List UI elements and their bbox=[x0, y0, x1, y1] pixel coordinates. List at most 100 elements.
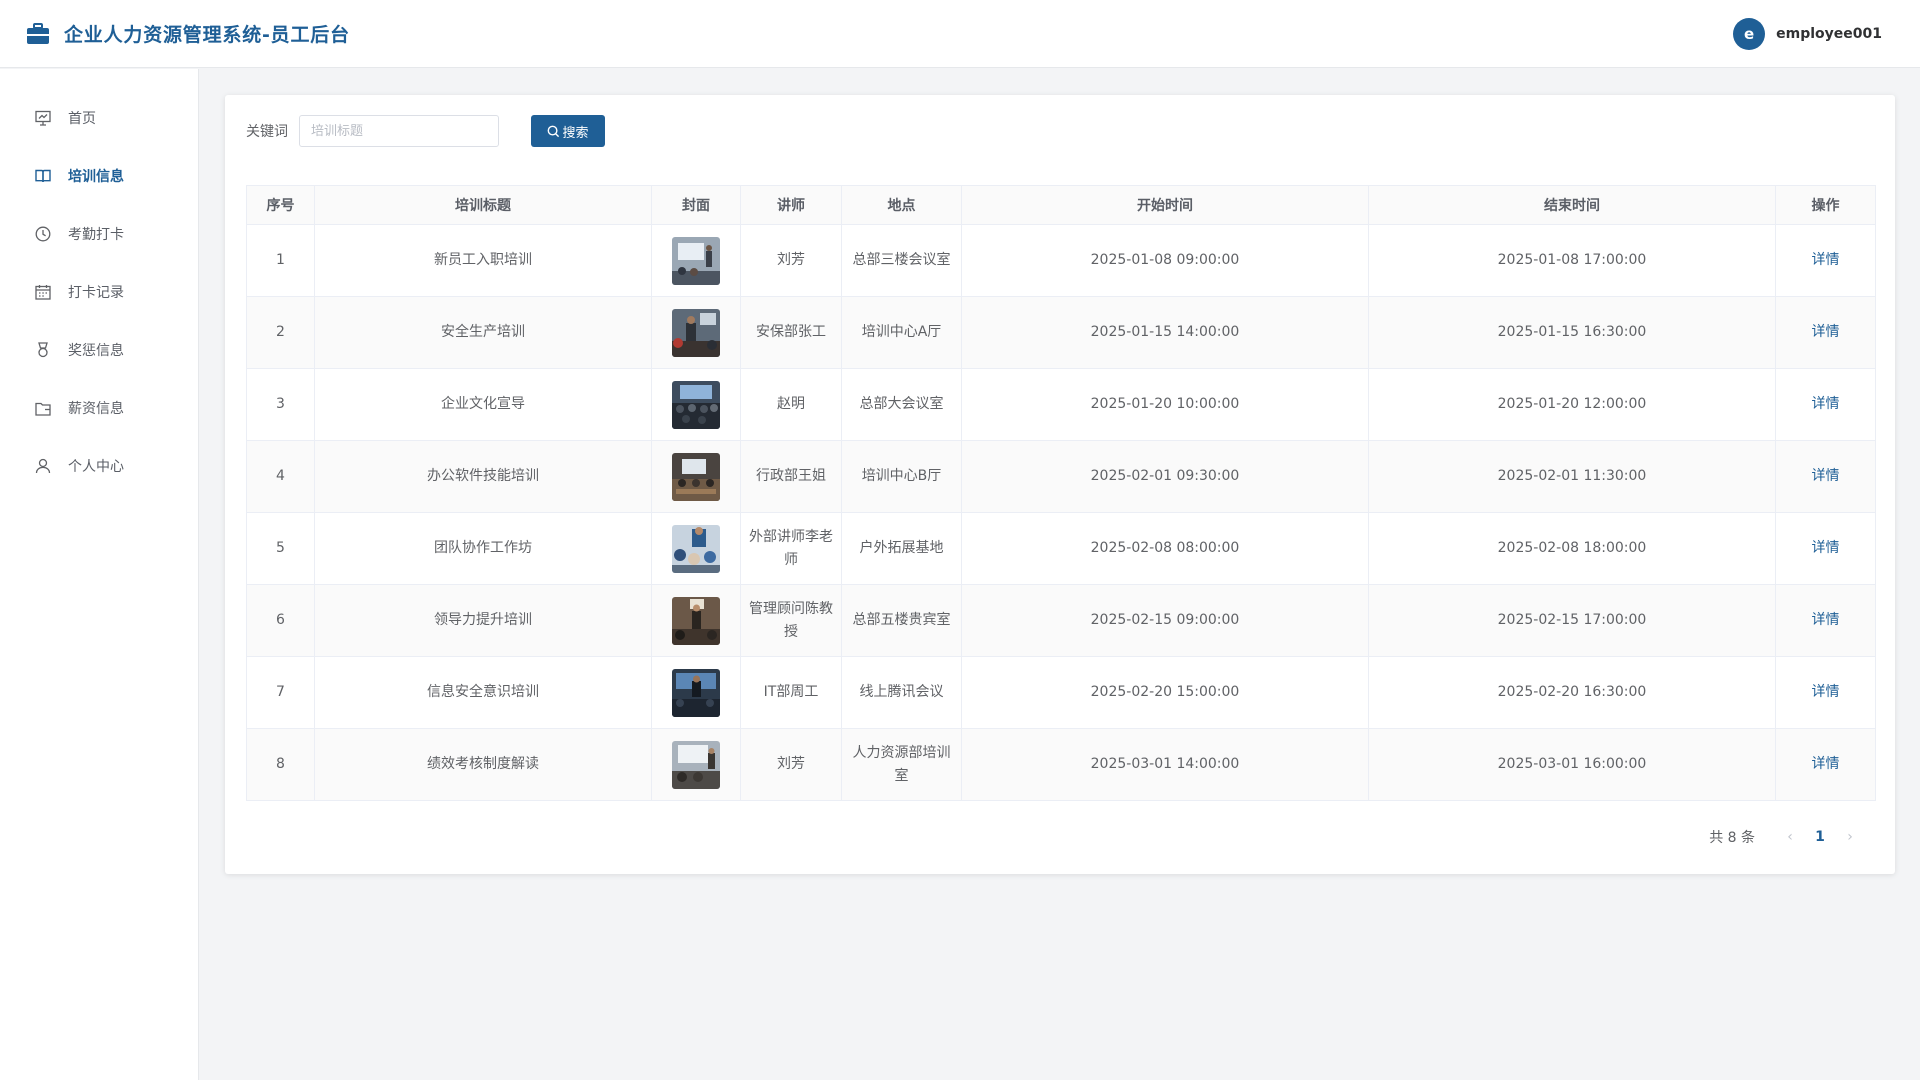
detail-link[interactable]: 详情 bbox=[1812, 324, 1840, 340]
detail-link[interactable]: 详情 bbox=[1812, 756, 1840, 772]
table-header-row: 序号 培训标题 封面 讲师 地点 开始时间 结束时间 操作 bbox=[246, 185, 1876, 225]
detail-link[interactable]: 详情 bbox=[1812, 468, 1840, 484]
cell-location: 培训中心B厅 bbox=[841, 440, 962, 513]
cell-cover bbox=[651, 296, 741, 369]
keyword-label: 关键词 bbox=[246, 124, 288, 140]
cover-image[interactable] bbox=[672, 236, 720, 285]
sidebar-item-label: 个人中心 bbox=[68, 459, 124, 475]
briefcase-icon bbox=[26, 22, 50, 45]
search-button-label: 搜索 bbox=[562, 125, 589, 141]
column-header-lecturer: 讲师 bbox=[740, 185, 842, 225]
search-bar: 关键词 搜索 bbox=[246, 115, 605, 147]
cell-end-time: 2025-01-20 12:00:00 bbox=[1368, 368, 1776, 441]
sidebar-item-label: 薪资信息 bbox=[68, 401, 124, 417]
cell-lecturer: 行政部王姐 bbox=[740, 440, 842, 513]
cover-image[interactable] bbox=[672, 524, 720, 573]
table-row: 1 新员工入职培训 刘芳 总部三楼会议室 2025-01-08 09:00:00… bbox=[246, 224, 1876, 297]
column-header-cover: 封面 bbox=[651, 185, 741, 225]
cell-title: 新员工入职培训 bbox=[314, 224, 652, 297]
sidebar-item-attendance[interactable]: 考勤打卡 bbox=[0, 205, 198, 263]
cell-start-time: 2025-03-01 14:00:00 bbox=[961, 728, 1369, 801]
column-header-end: 结束时间 bbox=[1368, 185, 1776, 225]
page-number[interactable]: 1 bbox=[1805, 829, 1835, 845]
cell-start-time: 2025-01-20 10:00:00 bbox=[961, 368, 1369, 441]
column-header-start: 开始时间 bbox=[961, 185, 1369, 225]
sidebar: 首页 培训信息 考勤打卡 打卡记录 奖惩信息 薪资信息 个人中心 bbox=[0, 69, 199, 1080]
detail-link[interactable]: 详情 bbox=[1812, 540, 1840, 556]
cell-index: 5 bbox=[246, 512, 315, 585]
cell-location: 总部大会议室 bbox=[841, 368, 962, 441]
table-row: 4 办公软件技能培训 行政部王姐 培训中心B厅 2025-02-01 09:30… bbox=[246, 440, 1876, 513]
cell-action: 详情 bbox=[1775, 728, 1876, 801]
table-row: 5 团队协作工作坊 外部讲师李老师 户外拓展基地 2025-02-08 08:0… bbox=[246, 512, 1876, 585]
sidebar-item-label: 首页 bbox=[68, 111, 96, 127]
calendar-icon bbox=[34, 283, 52, 301]
user-menu[interactable]: e employee001 bbox=[1733, 18, 1882, 50]
cover-image[interactable] bbox=[672, 380, 720, 429]
next-page-button[interactable]: › bbox=[1835, 829, 1865, 845]
cell-lecturer: 外部讲师李老师 bbox=[740, 512, 842, 585]
avatar[interactable]: e bbox=[1733, 18, 1766, 50]
cell-cover bbox=[651, 224, 741, 297]
detail-link[interactable]: 详情 bbox=[1812, 252, 1840, 268]
cell-lecturer: 管理顾问陈教授 bbox=[740, 584, 842, 657]
cell-index: 6 bbox=[246, 584, 315, 657]
cell-cover bbox=[651, 656, 741, 729]
cover-image[interactable] bbox=[672, 452, 720, 501]
cell-cover bbox=[651, 440, 741, 513]
cell-index: 2 bbox=[246, 296, 315, 369]
prev-page-button[interactable]: ‹ bbox=[1775, 829, 1805, 845]
cell-index: 8 bbox=[246, 728, 315, 801]
clock-icon bbox=[34, 225, 52, 243]
table-row: 6 领导力提升培训 管理顾问陈教授 总部五楼贵宾室 2025-02-15 09:… bbox=[246, 584, 1876, 657]
cover-image[interactable] bbox=[672, 596, 720, 645]
sidebar-item-home[interactable]: 首页 bbox=[0, 89, 198, 147]
cell-start-time: 2025-02-20 15:00:00 bbox=[961, 656, 1369, 729]
cell-end-time: 2025-03-01 16:00:00 bbox=[1368, 728, 1776, 801]
training-list-card: 关键词 搜索 序号 培训标题 封面 讲师 地点 开始时间 结束时间 bbox=[225, 95, 1895, 874]
wallet-icon bbox=[34, 399, 52, 417]
detail-link[interactable]: 详情 bbox=[1812, 684, 1840, 700]
sidebar-item-training[interactable]: 培训信息 bbox=[0, 147, 198, 205]
cover-image[interactable] bbox=[672, 308, 720, 357]
table-row: 2 安全生产培训 安保部张工 培训中心A厅 2025-01-15 14:00:0… bbox=[246, 296, 1876, 369]
sidebar-item-label: 奖惩信息 bbox=[68, 343, 124, 359]
pagination: 共 8 条 ‹ 1 › bbox=[1709, 827, 1865, 847]
detail-link[interactable]: 详情 bbox=[1812, 396, 1840, 412]
cell-index: 4 bbox=[246, 440, 315, 513]
sidebar-item-salary[interactable]: 薪资信息 bbox=[0, 379, 198, 437]
search-icon bbox=[548, 125, 560, 137]
cell-end-time: 2025-02-08 18:00:00 bbox=[1368, 512, 1776, 585]
cell-end-time: 2025-02-20 16:30:00 bbox=[1368, 656, 1776, 729]
sidebar-item-records[interactable]: 打卡记录 bbox=[0, 263, 198, 321]
cell-location: 线上腾讯会议 bbox=[841, 656, 962, 729]
username[interactable]: employee001 bbox=[1776, 26, 1882, 42]
cell-action: 详情 bbox=[1775, 368, 1876, 441]
cover-image[interactable] bbox=[672, 740, 720, 789]
cell-end-time: 2025-01-08 17:00:00 bbox=[1368, 224, 1776, 297]
sidebar-item-label: 打卡记录 bbox=[68, 285, 124, 301]
cell-title: 绩效考核制度解读 bbox=[314, 728, 652, 801]
medal-icon bbox=[34, 341, 52, 359]
cell-start-time: 2025-01-15 14:00:00 bbox=[961, 296, 1369, 369]
cover-image[interactable] bbox=[672, 668, 720, 717]
training-table: 序号 培训标题 封面 讲师 地点 开始时间 结束时间 操作 1 新员工入职培训 … bbox=[246, 185, 1876, 801]
cell-action: 详情 bbox=[1775, 656, 1876, 729]
total-count: 共 8 条 bbox=[1709, 830, 1755, 846]
detail-link[interactable]: 详情 bbox=[1812, 612, 1840, 628]
cell-cover bbox=[651, 368, 741, 441]
cell-action: 详情 bbox=[1775, 224, 1876, 297]
cell-start-time: 2025-02-15 09:00:00 bbox=[961, 584, 1369, 657]
column-header-index: 序号 bbox=[246, 185, 315, 225]
sidebar-item-profile[interactable]: 个人中心 bbox=[0, 437, 198, 495]
cell-action: 详情 bbox=[1775, 512, 1876, 585]
cell-start-time: 2025-01-08 09:00:00 bbox=[961, 224, 1369, 297]
search-button[interactable]: 搜索 bbox=[531, 115, 605, 147]
cell-location: 总部三楼会议室 bbox=[841, 224, 962, 297]
sidebar-item-rewards[interactable]: 奖惩信息 bbox=[0, 321, 198, 379]
keyword-search-input[interactable] bbox=[299, 115, 499, 147]
cell-cover bbox=[651, 584, 741, 657]
cell-start-time: 2025-02-08 08:00:00 bbox=[961, 512, 1369, 585]
user-icon bbox=[34, 457, 52, 475]
cell-index: 3 bbox=[246, 368, 315, 441]
